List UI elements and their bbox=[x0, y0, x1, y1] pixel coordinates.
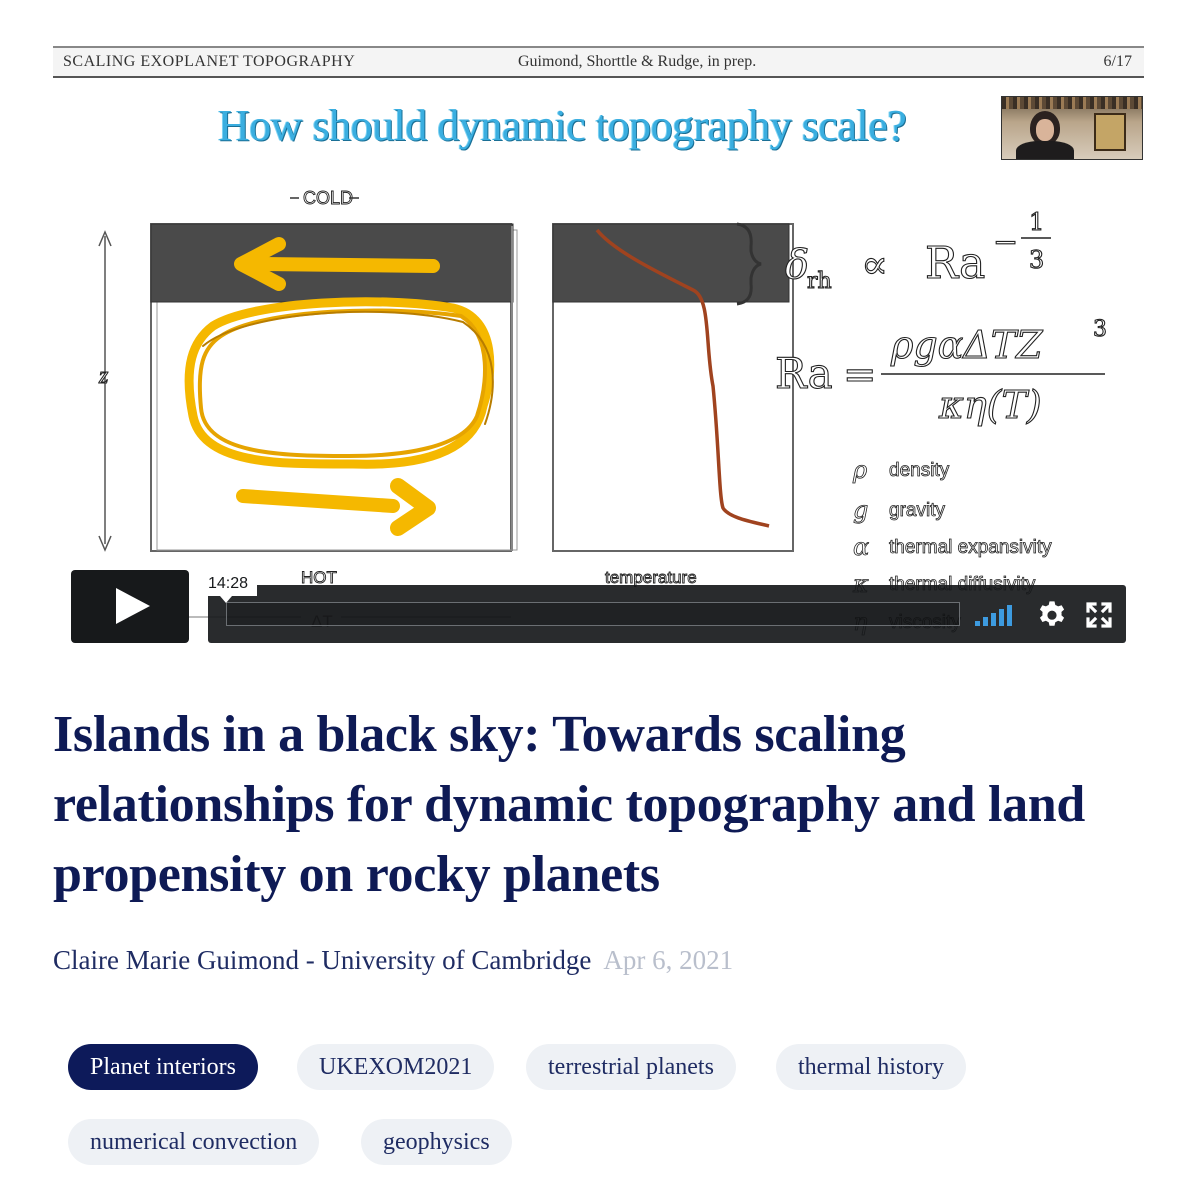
legend-desc: gravity bbox=[889, 500, 945, 521]
label-cold: COLD bbox=[303, 188, 353, 208]
svg-text:−: − bbox=[993, 225, 1018, 260]
svg-text:rh: rh bbox=[807, 269, 832, 294]
convection-diagram: COLD z HOT temperature δ rh ∝ Ra − 1 3 R… bbox=[98, 188, 1108, 637]
svg-text:δ: δ bbox=[785, 242, 809, 288]
legend-desc: density bbox=[889, 460, 950, 481]
play-icon bbox=[116, 588, 150, 624]
legend-symbol: α bbox=[853, 533, 869, 561]
play-button[interactable] bbox=[71, 570, 189, 643]
svg-text:=: = bbox=[843, 352, 877, 398]
tag-numerical-convection[interactable]: numerical convection bbox=[68, 1119, 320, 1165]
talk-title: Islands in a black sky: Towards scaling … bbox=[53, 706, 1086, 903]
video-player[interactable]: SCALING EXOPLANET TOPOGRAPHY Guimond, Sh… bbox=[53, 46, 1144, 646]
legend-symbol: g bbox=[853, 496, 868, 524]
svg-text:1: 1 bbox=[1029, 208, 1044, 236]
legend-desc: thermal expansivity bbox=[889, 537, 1052, 558]
svg-text:Ra: Ra bbox=[775, 349, 833, 398]
settings-gear-icon[interactable] bbox=[1036, 599, 1068, 631]
time-tooltip: 14:28 bbox=[199, 572, 257, 603]
tag-geophysics[interactable]: geophysics bbox=[361, 1119, 512, 1165]
equation-lid-thickness: δ rh ∝ Ra − 1 3 bbox=[784, 207, 1044, 294]
fullscreen-icon[interactable] bbox=[1084, 600, 1114, 630]
svg-text:κη(T): κη(T) bbox=[938, 383, 1042, 427]
tag-terrestrial-planets[interactable]: terrestrial planets bbox=[526, 1044, 736, 1090]
volume-icon[interactable] bbox=[975, 602, 1023, 626]
top-flow-arrow bbox=[256, 257, 440, 273]
progress-bar[interactable] bbox=[226, 602, 960, 626]
svg-text:ρgαΔTZ: ρgαΔTZ bbox=[890, 323, 1043, 367]
publish-date: Apr 6, 2021 bbox=[603, 945, 734, 975]
equation-rayleigh: Ra = ρgαΔTZ 3 κη(T) bbox=[774, 316, 1107, 427]
cold-lid-right bbox=[552, 223, 790, 303]
label-z: z bbox=[98, 363, 109, 389]
svg-text:3: 3 bbox=[1029, 246, 1044, 274]
tag-thermal-history[interactable]: thermal history bbox=[776, 1044, 966, 1090]
byline: Claire Marie Guimond - University of Cam… bbox=[53, 945, 733, 976]
player-control-bar bbox=[208, 585, 1126, 643]
svg-text:3: 3 bbox=[1093, 317, 1107, 342]
author-link[interactable]: Claire Marie Guimond - University of Cam… bbox=[53, 945, 591, 975]
convection-loop bbox=[184, 297, 495, 469]
bottom-flow-arrow bbox=[236, 489, 400, 513]
svg-text:Ra: Ra bbox=[925, 238, 985, 289]
tag-planet-interiors[interactable]: Planet interiors bbox=[68, 1044, 258, 1090]
tag-ukexom2021[interactable]: UKEXOM2021 bbox=[297, 1044, 495, 1090]
legend-symbol: ρ bbox=[852, 456, 867, 484]
svg-text:∝: ∝ bbox=[861, 242, 888, 288]
